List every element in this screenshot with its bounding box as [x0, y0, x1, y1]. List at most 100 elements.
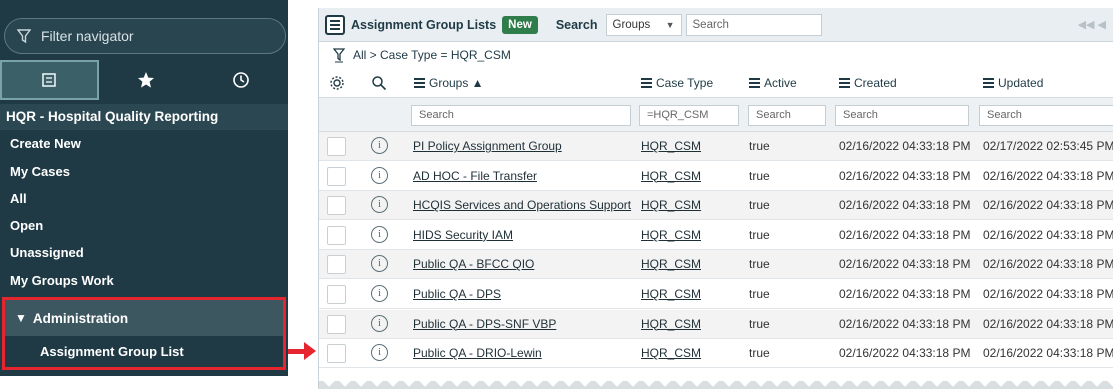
table-row: i PI Policy Assignment Group HQR_CSM true 02… — [319, 132, 1113, 161]
search-label: Search — [555, 17, 598, 32]
group-name-link[interactable]: PI Policy Assignment Group — [413, 132, 562, 161]
group-name-link[interactable]: Public QA - DRIO-Lewin — [413, 339, 542, 368]
nav-item-my-groups-work[interactable]: My Groups Work — [0, 268, 288, 294]
row-checkbox[interactable] — [327, 166, 346, 186]
application-title[interactable]: HQR - Hospital Quality Reporting — [0, 104, 288, 130]
case-type-link[interactable]: HQR_CSM — [641, 132, 701, 161]
case-type-link[interactable]: HQR_CSM — [641, 250, 701, 279]
filter-row: All > Case Type = HQR_CSM — [319, 42, 1113, 68]
tab-history[interactable] — [193, 60, 288, 100]
personalize-list-gear-icon[interactable] — [329, 68, 345, 98]
nav-item-create-new[interactable]: Create New — [0, 131, 288, 157]
row-checkbox[interactable] — [327, 225, 346, 245]
nav-item-my-cases[interactable]: My Cases — [0, 159, 288, 185]
column-header-case-type[interactable]: Case Type — [641, 68, 713, 98]
filter-funnel-icon[interactable] — [333, 47, 345, 63]
applications-icon — [42, 73, 57, 87]
nav-section-administration[interactable]: ▼ Administration — [5, 300, 283, 336]
table-row: i Public QA - DRIO-Lewin HQR_CSM true 02/16/… — [319, 339, 1113, 369]
list-title[interactable]: Assignment Group Lists — [351, 18, 496, 32]
nav-bottom-gap — [0, 376, 288, 389]
table-row: i HIDS Security IAM HQR_CSM true 02/16/2022 … — [319, 220, 1113, 250]
created-value: 02/16/2022 04:33:18 PM — [839, 139, 971, 153]
group-name-link[interactable]: Public QA - DPS-SNF VBP — [413, 310, 556, 339]
updated-value: 02/16/2022 04:33:18 PM — [983, 346, 1113, 361]
search-field-select[interactable]: Groups ▼ — [605, 13, 682, 36]
caret-down-icon: ▼ — [15, 311, 27, 325]
table-row: i HCQIS Services and Operations Support HQ… — [319, 191, 1113, 221]
column-menu-icon[interactable] — [749, 78, 760, 88]
column-menu-icon[interactable] — [414, 78, 425, 88]
info-icon[interactable]: i — [371, 344, 388, 362]
group-name-link[interactable]: Public QA - DPS — [413, 280, 501, 309]
nav-item-assignment-group-list[interactable]: Assignment Group List — [5, 336, 283, 367]
active-value: true — [749, 198, 770, 213]
updated-value: 02/16/2022 04:33:18 PM — [983, 257, 1113, 272]
table-row: i AD HOC - File Transfer HQR_CSM true 02/16/… — [319, 161, 1113, 191]
updated-search-input[interactable]: Search — [979, 105, 1113, 126]
case-type-link[interactable]: HQR_CSM — [641, 191, 701, 220]
row-checkbox[interactable] — [327, 285, 346, 304]
info-icon[interactable]: i — [371, 314, 388, 332]
row-checkbox[interactable] — [327, 314, 346, 334]
info-icon[interactable]: i — [371, 196, 388, 214]
case-type-search-input[interactable]: =HQR_CSM — [639, 105, 739, 126]
column-menu-icon[interactable] — [983, 78, 994, 88]
created-search-input[interactable]: Search — [835, 105, 969, 126]
groups-search-input[interactable]: Search — [411, 105, 631, 126]
tab-all-applications[interactable] — [0, 60, 99, 100]
active-value: true — [749, 316, 770, 331]
updated-value: 02/16/2022 04:33:18 PM — [983, 227, 1113, 242]
application-navigator: Filter navigator HQR - Hospital Quality … — [0, 0, 288, 389]
row-checkbox[interactable] — [327, 137, 346, 156]
nav-item-open[interactable]: Open — [0, 213, 288, 239]
row-checkbox[interactable] — [327, 196, 346, 216]
column-menu-icon[interactable] — [839, 78, 850, 88]
column-menu-icon[interactable] — [641, 78, 652, 88]
row-checkbox[interactable] — [327, 255, 346, 275]
case-type-link[interactable]: HQR_CSM — [641, 280, 701, 309]
filter-navigator-input[interactable]: Filter navigator — [4, 18, 286, 54]
nav-item-all[interactable]: All — [0, 186, 288, 212]
info-icon[interactable]: i — [371, 137, 388, 154]
column-header-label: Case Type — [656, 76, 714, 90]
info-icon[interactable]: i — [371, 255, 388, 273]
created-value: 02/16/2022 04:33:18 PM — [839, 168, 971, 183]
column-header-created[interactable]: Created — [839, 68, 897, 98]
case-type-link[interactable]: HQR_CSM — [641, 162, 701, 191]
case-type-link[interactable]: HQR_CSM — [641, 339, 701, 368]
info-icon[interactable]: i — [371, 225, 388, 243]
group-name-link[interactable]: HIDS Security IAM — [413, 221, 513, 250]
active-value: true — [749, 287, 770, 301]
assignment-group-list: Assignment Group Lists New Search Groups… — [318, 8, 1113, 389]
list-search-input[interactable]: Search — [685, 13, 822, 36]
created-value: 02/16/2022 04:33:18 PM — [839, 316, 971, 331]
row-checkbox[interactable] — [327, 344, 346, 364]
active-search-input[interactable]: Search — [748, 105, 826, 126]
case-type-link[interactable]: HQR_CSM — [641, 310, 701, 339]
column-search-row: Search =HQR_CSM Search Search Search — [319, 98, 1113, 132]
updated-value: 02/16/2022 04:33:18 PM — [983, 316, 1113, 331]
active-value: true — [749, 168, 770, 183]
info-icon[interactable]: i — [371, 285, 388, 302]
created-value: 02/16/2022 04:33:18 PM — [839, 287, 971, 301]
breadcrumb[interactable]: All > Case Type = HQR_CSM — [353, 48, 511, 62]
search-icon[interactable] — [371, 68, 387, 98]
pager-first-prev-icons[interactable]: ◀◀ ◀ — [1078, 18, 1106, 31]
column-header-groups[interactable]: Groups ▲ — [414, 68, 484, 98]
column-header-updated[interactable]: Updated — [983, 68, 1043, 98]
tab-favorites[interactable] — [99, 60, 194, 100]
navigator-tabs — [0, 60, 288, 100]
group-name-link[interactable]: AD HOC - File Transfer — [413, 162, 537, 191]
info-icon[interactable]: i — [371, 166, 388, 184]
nav-item-unassigned[interactable]: Unassigned — [0, 240, 288, 266]
column-header-active[interactable]: Active — [749, 68, 797, 98]
group-name-link[interactable]: HCQIS Services and Operations Support — [413, 191, 631, 220]
list-context-menu-button[interactable] — [325, 14, 345, 35]
updated-value: 02/16/2022 04:33:18 PM — [983, 287, 1113, 301]
case-type-link[interactable]: HQR_CSM — [641, 221, 701, 250]
callout-arrow-icon — [304, 342, 316, 360]
new-button[interactable]: New — [502, 15, 538, 34]
filter-navigator-placeholder: Filter navigator — [41, 28, 134, 44]
group-name-link[interactable]: Public QA - BFCC QIO — [413, 250, 534, 279]
